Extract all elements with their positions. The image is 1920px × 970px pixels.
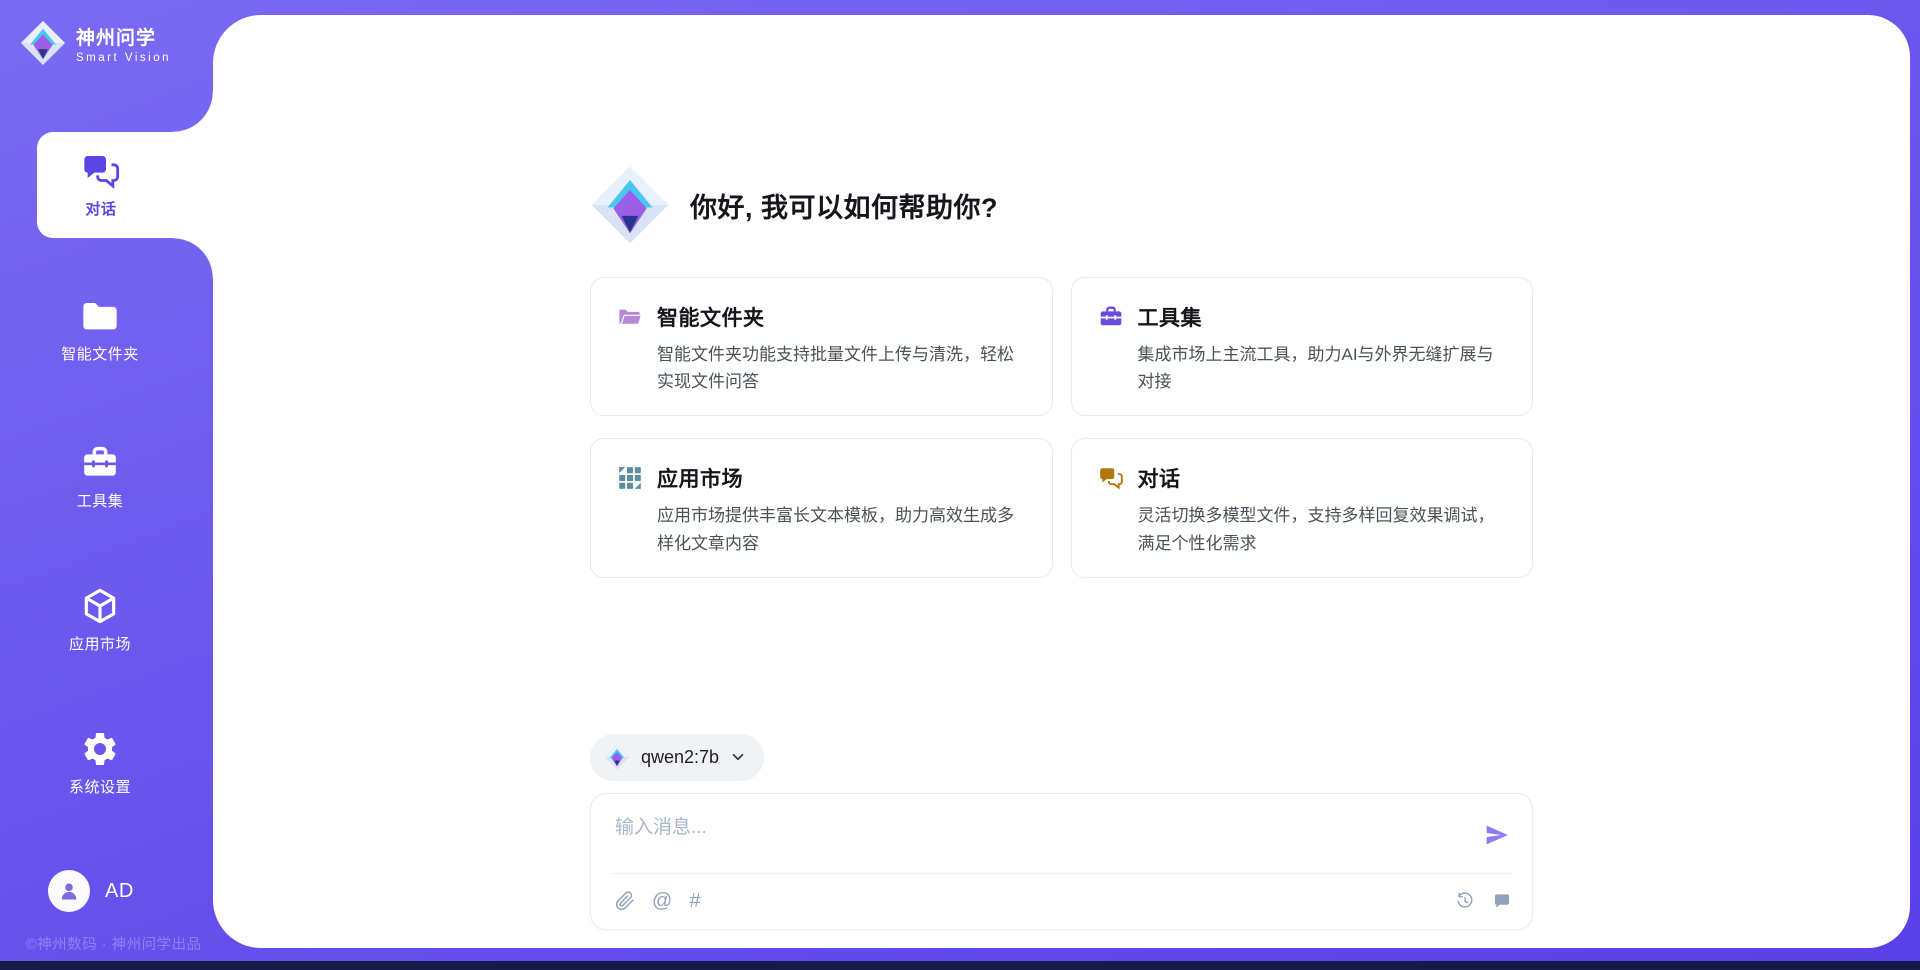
card-description: 应用市场提供丰富长文本模板，助力高效生成多样化文章内容: [657, 502, 1026, 556]
topic-button[interactable]: #: [689, 891, 700, 911]
main-panel: 你好, 我可以如何帮助你? 智能文件夹 智能文件夹功能支持批量文件上传与清洗，轻…: [213, 15, 1910, 948]
sidebar-item-label: 智能文件夹: [61, 343, 139, 364]
brand-diamond-icon: [20, 20, 66, 66]
cube-icon: [80, 586, 120, 626]
sidebar: 神州问学 Smart Vision 对话 智能文件夹 工具集: [0, 0, 213, 970]
folder-icon: [80, 296, 120, 336]
message-input[interactable]: [615, 812, 1462, 864]
attach-button[interactable]: [615, 891, 635, 911]
app-logo: 神州问学 Smart Vision: [20, 20, 171, 66]
sidebar-item-label: 工具集: [77, 490, 124, 511]
toolbox-icon: [1098, 304, 1124, 330]
card-chat[interactable]: 对话 灵活切换多模型文件，支持多样回复效果调试，满足个性化需求: [1071, 438, 1534, 577]
sidebar-item-toolset[interactable]: 工具集: [0, 441, 213, 513]
chat-bubble-icon: [1492, 891, 1512, 911]
card-title: 对话: [1138, 463, 1181, 493]
card-smart-folder[interactable]: 智能文件夹 智能文件夹功能支持批量文件上传与清洗，轻松实现文件问答: [590, 277, 1053, 416]
model-diamond-icon: [604, 744, 630, 770]
sidebar-item-label: 应用市场: [69, 633, 131, 654]
card-description: 集成市场上主流工具，助力AI与外界无缝扩展与对接: [1138, 341, 1507, 395]
sidebar-item-settings[interactable]: 系统设置: [0, 727, 213, 799]
greeting: 你好, 我可以如何帮助你?: [590, 165, 1533, 245]
feedback-button[interactable]: [1492, 891, 1512, 911]
chat-icon: [1098, 465, 1124, 491]
card-toolset[interactable]: 工具集 集成市场上主流工具，助力AI与外界无缝扩展与对接: [1071, 277, 1534, 416]
sidebar-item-app-market[interactable]: 应用市场: [0, 584, 213, 656]
chevron-down-icon: [730, 749, 746, 765]
assistant-diamond-icon: [590, 165, 670, 245]
send-icon: [1484, 822, 1510, 848]
user-initials: AD: [105, 880, 134, 903]
grid-icon: [617, 465, 643, 491]
greeting-title: 你好, 我可以如何帮助你?: [690, 186, 998, 225]
card-description: 智能文件夹功能支持批量文件上传与清洗，轻松实现文件问答: [657, 341, 1026, 395]
user-account[interactable]: AD: [48, 870, 134, 912]
send-button[interactable]: [1484, 822, 1510, 848]
card-title: 智能文件夹: [657, 302, 765, 332]
paperclip-icon: [615, 891, 635, 911]
model-name: qwen2:7b: [641, 747, 719, 768]
sidebar-item-label: 对话: [85, 198, 116, 219]
message-composer: @ #: [590, 793, 1533, 930]
sidebar-item-label: 系统设置: [69, 776, 131, 797]
app-subtitle: Smart Vision: [76, 52, 171, 64]
avatar: [48, 870, 90, 912]
card-title: 工具集: [1138, 302, 1203, 332]
card-app-market[interactable]: 应用市场 应用市场提供丰富长文本模板，助力高效生成多样化文章内容: [590, 438, 1053, 577]
sidebar-item-chat[interactable]: 对话: [37, 132, 213, 238]
feature-cards: 智能文件夹 智能文件夹功能支持批量文件上传与清洗，轻松实现文件问答 工具集 集成…: [590, 277, 1533, 578]
chat-icon: [81, 151, 121, 191]
sidebar-footer: ©神州数码 · 神州问学出品: [26, 933, 202, 954]
history-button[interactable]: [1455, 891, 1475, 911]
gear-icon: [80, 729, 120, 769]
mention-button[interactable]: @: [652, 891, 672, 911]
horizontal-scrollbar[interactable]: [0, 961, 1920, 970]
user-icon: [56, 878, 82, 904]
card-description: 灵活切换多模型文件，支持多样回复效果调试，满足个性化需求: [1138, 502, 1507, 556]
card-title: 应用市场: [657, 463, 743, 493]
folder-open-icon: [617, 304, 643, 330]
model-selector[interactable]: qwen2:7b: [590, 734, 764, 781]
app-name: 神州问学: [76, 23, 171, 50]
history-icon: [1455, 891, 1475, 911]
toolbox-icon: [80, 443, 120, 483]
sidebar-item-smart-folder[interactable]: 智能文件夹: [0, 294, 213, 366]
